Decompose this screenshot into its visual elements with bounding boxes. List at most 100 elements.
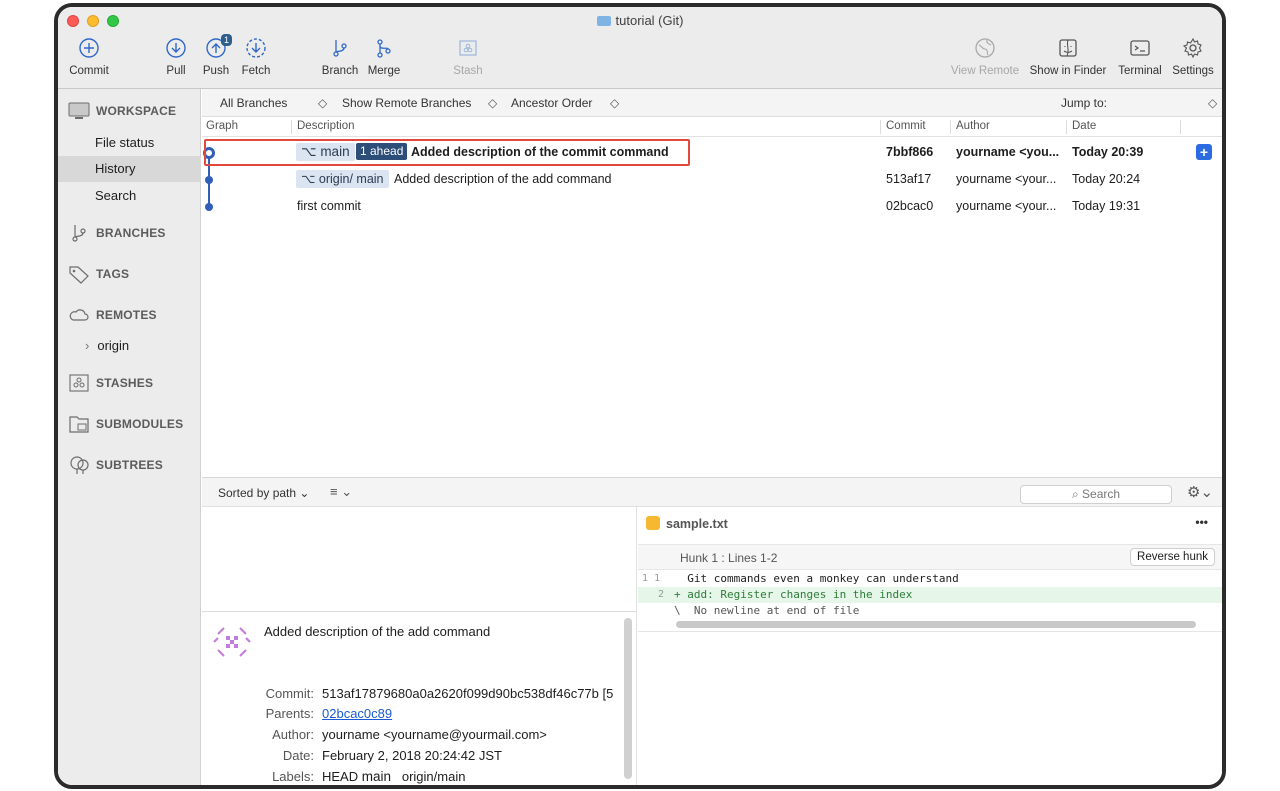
hunk-header: Hunk 1 : Lines 1-2 Reverse hunk: [638, 544, 1222, 570]
pull-icon: [166, 38, 186, 58]
avatar: [213, 627, 251, 657]
stash-icon: [69, 374, 89, 392]
sidebar-item-search[interactable]: Search: [58, 183, 201, 209]
hunk-title: Hunk 1 : Lines 1-2: [680, 551, 778, 565]
commit-date: Today 20:39: [1072, 145, 1144, 159]
commit-message: first commit: [297, 199, 361, 213]
search-input[interactable]: ⌕ Search: [1020, 485, 1172, 504]
commit-author: yourname <your...: [956, 172, 1057, 186]
commit-hash: 7bbf866: [886, 145, 934, 159]
toolbar: tutorial (Git) Commit Pull 1 Push Fetch …: [58, 7, 1222, 89]
sidebar-branches-header[interactable]: BRANCHES: [68, 223, 166, 243]
column-description[interactable]: Description: [297, 120, 355, 132]
updown-chevron-icon: ◇: [610, 96, 620, 110]
more-options-button[interactable]: •••: [1195, 515, 1208, 529]
sidebar-item-file-status[interactable]: File status: [58, 130, 201, 156]
commit-row[interactable]: first commit 02bcac0 yourname <your... T…: [202, 193, 1222, 220]
monitor-icon: [68, 102, 90, 119]
pull-button[interactable]: Pull: [156, 37, 196, 77]
settings-button[interactable]: Settings: [1168, 37, 1218, 77]
commit-date: Today 19:31: [1072, 199, 1141, 213]
sort-select[interactable]: Sorted by path ⌄: [218, 486, 309, 500]
diff-horizontal-scrollbar[interactable]: [676, 621, 1196, 628]
sidebar-item-origin[interactable]: › origin: [58, 333, 201, 359]
column-commit[interactable]: Commit: [886, 120, 926, 132]
gear-icon[interactable]: ⚙⌄: [1187, 483, 1213, 501]
show-remote-branches-select[interactable]: Show Remote Branches: [342, 96, 471, 110]
tag-icon: [69, 266, 89, 284]
terminal-button[interactable]: Terminal: [1114, 37, 1166, 77]
file-icon: [646, 516, 660, 530]
chevron-right-icon: ›: [85, 338, 90, 353]
search-icon: ⌕: [1071, 487, 1083, 501]
show-in-finder-button[interactable]: Show in Finder: [1026, 37, 1110, 77]
history-view: All Branches ◇ Show Remote Branches ◇ An…: [202, 89, 1222, 785]
reverse-hunk-button[interactable]: Reverse hunk: [1130, 548, 1215, 566]
column-author[interactable]: Author: [956, 120, 990, 132]
sidebar-item-history[interactable]: History: [58, 156, 201, 182]
date-value: February 2, 2018 20:24:42 JST: [322, 748, 502, 763]
labels-label: Labels:: [272, 769, 314, 784]
push-button[interactable]: 1 Push: [196, 34, 236, 77]
fetch-icon: [246, 38, 266, 58]
sidebar-tags-header[interactable]: TAGS: [68, 264, 129, 284]
commit-table-header: Graph Description Commit Author Date: [202, 117, 1222, 137]
merge-button[interactable]: Merge: [364, 37, 404, 77]
selected-commit-highlight: [204, 139, 690, 166]
stash-button[interactable]: Stash: [446, 37, 490, 77]
diff-line-added: 2 + add: Register changes in the index: [638, 587, 1222, 603]
commit-author: yourname <you...: [956, 145, 1060, 159]
push-count-badge: 1: [220, 34, 232, 46]
sidebar-stashes-header[interactable]: STASHES: [68, 373, 153, 393]
add-button[interactable]: +: [1196, 144, 1212, 160]
changed-files-list: [202, 507, 637, 611]
date-label: Date:: [282, 748, 314, 763]
finder-icon: [1059, 39, 1077, 57]
commit-row[interactable]: ⌥ origin/ main Added description of the …: [202, 166, 1222, 193]
updown-chevron-icon: ◇: [1208, 96, 1218, 110]
sidebar-submodules-header[interactable]: SUBMODULES: [68, 414, 183, 434]
fetch-button[interactable]: Fetch: [236, 37, 276, 77]
stash-icon: [459, 40, 477, 56]
app-window: tutorial (Git) Commit Pull 1 Push Fetch …: [54, 3, 1226, 789]
parent-commit-link[interactable]: 02bcac0c89: [322, 706, 392, 721]
commit-sha: 513af17879680a0a2620f099d90bc538df46c77b…: [322, 686, 614, 701]
view-remote-button[interactable]: View Remote: [948, 37, 1022, 77]
author-value: yourname <yourname@yourmail.com>: [322, 727, 547, 742]
sidebar-remotes-header[interactable]: REMOTES: [68, 305, 157, 325]
diff-line: \ No newline at end of file: [674, 604, 860, 617]
sidebar-subtrees-header[interactable]: SUBTREES: [68, 455, 163, 475]
terminal-icon: [1130, 40, 1150, 56]
details-scrollbar[interactable]: [624, 618, 632, 779]
labels-value: HEAD main origin/main: [322, 769, 466, 784]
branch-icon: [72, 225, 86, 242]
commit-date: Today 20:24: [1072, 172, 1141, 186]
commit-label: Commit:: [265, 686, 314, 701]
commit-message: Added description of the add command: [264, 624, 491, 639]
commit-button[interactable]: Commit: [64, 37, 114, 77]
commit-author: yourname <your...: [956, 199, 1057, 213]
column-date[interactable]: Date: [1072, 120, 1096, 132]
author-label: Author:: [272, 727, 314, 742]
jump-to-label[interactable]: Jump to:: [1061, 96, 1107, 110]
graph-node: [205, 176, 213, 184]
submodule-icon: [69, 416, 89, 433]
sidebar-workspace-header: WORKSPACE: [68, 101, 176, 121]
commit-details: Added description of the add command Com…: [202, 611, 637, 785]
window-title: tutorial (Git): [58, 13, 1222, 28]
all-branches-select[interactable]: All Branches: [220, 96, 287, 110]
column-graph[interactable]: Graph: [206, 120, 238, 132]
file-list-toolbar: Sorted by path ⌄ ≡ ⌄ ⌕ Search ⚙⌄: [202, 477, 1222, 507]
globe-icon: [975, 38, 995, 58]
branch-button[interactable]: Branch: [318, 37, 362, 77]
diff-line: 1 1 Git commands even a monkey can under…: [642, 572, 959, 585]
updown-chevron-icon: ◇: [488, 96, 498, 110]
diff-view: sample.txt ••• Hunk 1 : Lines 1-2 Revers…: [638, 507, 1222, 785]
commit-icon: [79, 38, 99, 58]
list-view-icon[interactable]: ≡ ⌄: [330, 484, 352, 500]
updown-chevron-icon: ◇: [318, 96, 328, 110]
history-filter-bar: All Branches ◇ Show Remote Branches ◇ An…: [202, 89, 1222, 117]
ancestor-order-select[interactable]: Ancestor Order: [511, 96, 592, 110]
parents-label: Parents:: [265, 706, 314, 721]
commit-hash: 513af17: [886, 172, 932, 186]
